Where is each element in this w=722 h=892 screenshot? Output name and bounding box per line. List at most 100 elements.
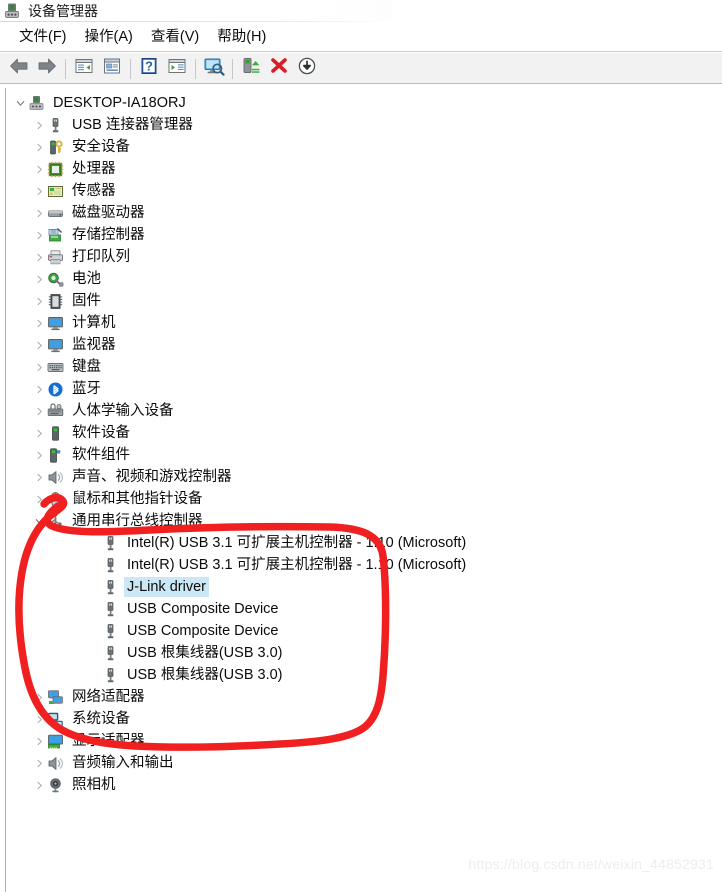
- tree-item[interactable]: 软件组件: [6, 444, 722, 466]
- tree-item[interactable]: 照相机: [6, 774, 722, 796]
- toolbar-uninstall-device[interactable]: [265, 56, 293, 82]
- tree-item[interactable]: 蓝牙: [6, 378, 722, 400]
- tree-item[interactable]: J-Link driver: [6, 576, 722, 598]
- chevron-right-icon[interactable]: [31, 180, 47, 202]
- tree-item[interactable]: USB 根集线器(USB 3.0): [6, 664, 722, 686]
- chevron-right-icon[interactable]: [31, 422, 47, 444]
- tree-item[interactable]: Intel(R) USB 3.1 可扩展主机控制器 - 1.10 (Micros…: [6, 532, 722, 554]
- tree-item[interactable]: 安全设备: [6, 136, 722, 158]
- tree-item[interactable]: 计算机: [6, 312, 722, 334]
- chevron-right-icon[interactable]: [31, 224, 47, 246]
- tree-item[interactable]: 软件设备: [6, 422, 722, 444]
- toolbar-disable-device[interactable]: [293, 56, 321, 82]
- tree-item[interactable]: 固件: [6, 290, 722, 312]
- tree-item[interactable]: USB Composite Device: [6, 598, 722, 620]
- tree-item[interactable]: 监视器: [6, 334, 722, 356]
- menu-help[interactable]: 帮助(H): [208, 25, 275, 49]
- forward-arrow-icon: [36, 56, 58, 81]
- toolbar-scan-for-hardware-changes[interactable]: [200, 56, 228, 82]
- chevron-right-icon[interactable]: [31, 312, 47, 334]
- tree-item[interactable]: 电池: [6, 268, 722, 290]
- tree-item[interactable]: 网络适配器: [6, 686, 722, 708]
- processor-icon: [47, 161, 64, 178]
- help-question-icon: ?: [138, 56, 160, 81]
- usb-device-icon: [102, 601, 119, 618]
- tree-item-label: 网络适配器: [72, 689, 145, 705]
- chevron-right-icon[interactable]: [31, 466, 47, 488]
- chevron-right-icon[interactable]: [31, 378, 47, 400]
- chevron-right-icon[interactable]: [31, 730, 47, 752]
- chevron-right-icon[interactable]: [31, 114, 47, 136]
- chevron-right-icon[interactable]: [31, 708, 47, 730]
- chevron-right-icon[interactable]: [31, 488, 47, 510]
- tree-item-label: DESKTOP-IA18ORJ: [53, 95, 186, 111]
- tree-item[interactable]: 磁盘驱动器: [6, 202, 722, 224]
- sensor-icon: [47, 183, 64, 200]
- tree-item[interactable]: 处理器: [6, 158, 722, 180]
- tree-item[interactable]: USB Composite Device: [6, 620, 722, 642]
- usb-icon: [47, 117, 64, 134]
- tree-item[interactable]: Intel(R) USB 3.1 可扩展主机控制器 - 1.10 (Micros…: [6, 554, 722, 576]
- chevron-right-icon[interactable]: [31, 686, 47, 708]
- chevron-right-icon[interactable]: [31, 774, 47, 796]
- tree-item[interactable]: USB 根集线器(USB 3.0): [6, 642, 722, 664]
- chevron-down-icon[interactable]: [31, 510, 47, 532]
- tree-item[interactable]: 键盘: [6, 356, 722, 378]
- toolbar-separator-2: [130, 58, 131, 79]
- toolbar-update-driver[interactable]: [237, 56, 265, 82]
- toolbar-properties[interactable]: [98, 56, 126, 82]
- menu-file[interactable]: 文件(F): [10, 25, 76, 49]
- tree-item[interactable]: 系统设备: [6, 708, 722, 730]
- toolbar-show-hide-action-pane[interactable]: [163, 56, 191, 82]
- tree-item[interactable]: 通用串行总线控制器: [6, 510, 722, 532]
- chevron-right-icon[interactable]: [31, 268, 47, 290]
- camera-icon: [47, 777, 64, 794]
- tree-item[interactable]: USB 连接器管理器: [6, 114, 722, 136]
- usb-device-icon: [102, 535, 119, 552]
- chevron-right-icon[interactable]: [31, 334, 47, 356]
- menu-view[interactable]: 查看(V): [142, 25, 208, 49]
- chevron-right-icon[interactable]: [31, 290, 47, 312]
- back-arrow-icon: [8, 56, 30, 81]
- chevron-right-icon[interactable]: [31, 356, 47, 378]
- audio-io-icon: [47, 755, 64, 772]
- usb-device-icon: [102, 623, 119, 640]
- tree-item[interactable]: 存储控制器: [6, 224, 722, 246]
- tree-item[interactable]: 显示适配器: [6, 730, 722, 752]
- menu-action[interactable]: 操作(A): [76, 25, 142, 49]
- tree-item[interactable]: 鼠标和其他指针设备: [6, 488, 722, 510]
- storage-controller-icon: [47, 227, 64, 244]
- tree-item[interactable]: 声音、视频和游戏控制器: [6, 466, 722, 488]
- toolbar-forward[interactable]: [33, 56, 61, 82]
- tree-item-label: 存储控制器: [72, 227, 145, 243]
- tree-item-label: 照相机: [72, 777, 116, 793]
- chevron-right-icon[interactable]: [31, 246, 47, 268]
- device-tree-panel[interactable]: DESKTOP-IA18ORJ USB 连接器管理器 安全设备 处理器 传感器 磁盘驱动器…: [5, 88, 722, 892]
- print-queue-icon: [47, 249, 64, 266]
- tree-item[interactable]: 打印队列: [6, 246, 722, 268]
- hid-icon: [47, 402, 64, 420]
- tree-item-label: 键盘: [72, 359, 101, 375]
- tree-item-label: 计算机: [72, 315, 116, 331]
- chevron-right-icon[interactable]: [31, 136, 47, 158]
- tree-item-label: 电池: [72, 271, 101, 287]
- chevron-right-icon[interactable]: [31, 202, 47, 224]
- chevron-right-icon[interactable]: [31, 444, 47, 466]
- tree-item-label: USB 根集线器(USB 3.0): [127, 667, 283, 683]
- tree-item-label: 显示适配器: [72, 733, 145, 749]
- chevron-right-icon[interactable]: [31, 752, 47, 774]
- chevron-right-icon[interactable]: [31, 158, 47, 180]
- toolbar-help[interactable]: ?: [135, 56, 163, 82]
- chevron-right-icon[interactable]: [31, 400, 47, 422]
- tree-item[interactable]: 人体学输入设备: [6, 400, 722, 422]
- chevron-down-icon[interactable]: [12, 92, 28, 114]
- computer-root-icon: [28, 95, 45, 112]
- usb-device-icon: [102, 557, 119, 574]
- toolbar-back[interactable]: [5, 56, 33, 82]
- tree-item[interactable]: DESKTOP-IA18ORJ: [6, 92, 722, 114]
- tree-item[interactable]: 传感器: [6, 180, 722, 202]
- toolbar-show-hide-console-tree[interactable]: [70, 56, 98, 82]
- tree-item-label: Intel(R) USB 3.1 可扩展主机控制器 - 1.10 (Micros…: [127, 557, 467, 573]
- tree-item[interactable]: 音频输入和输出: [6, 752, 722, 774]
- usb-device-icon: [102, 667, 119, 684]
